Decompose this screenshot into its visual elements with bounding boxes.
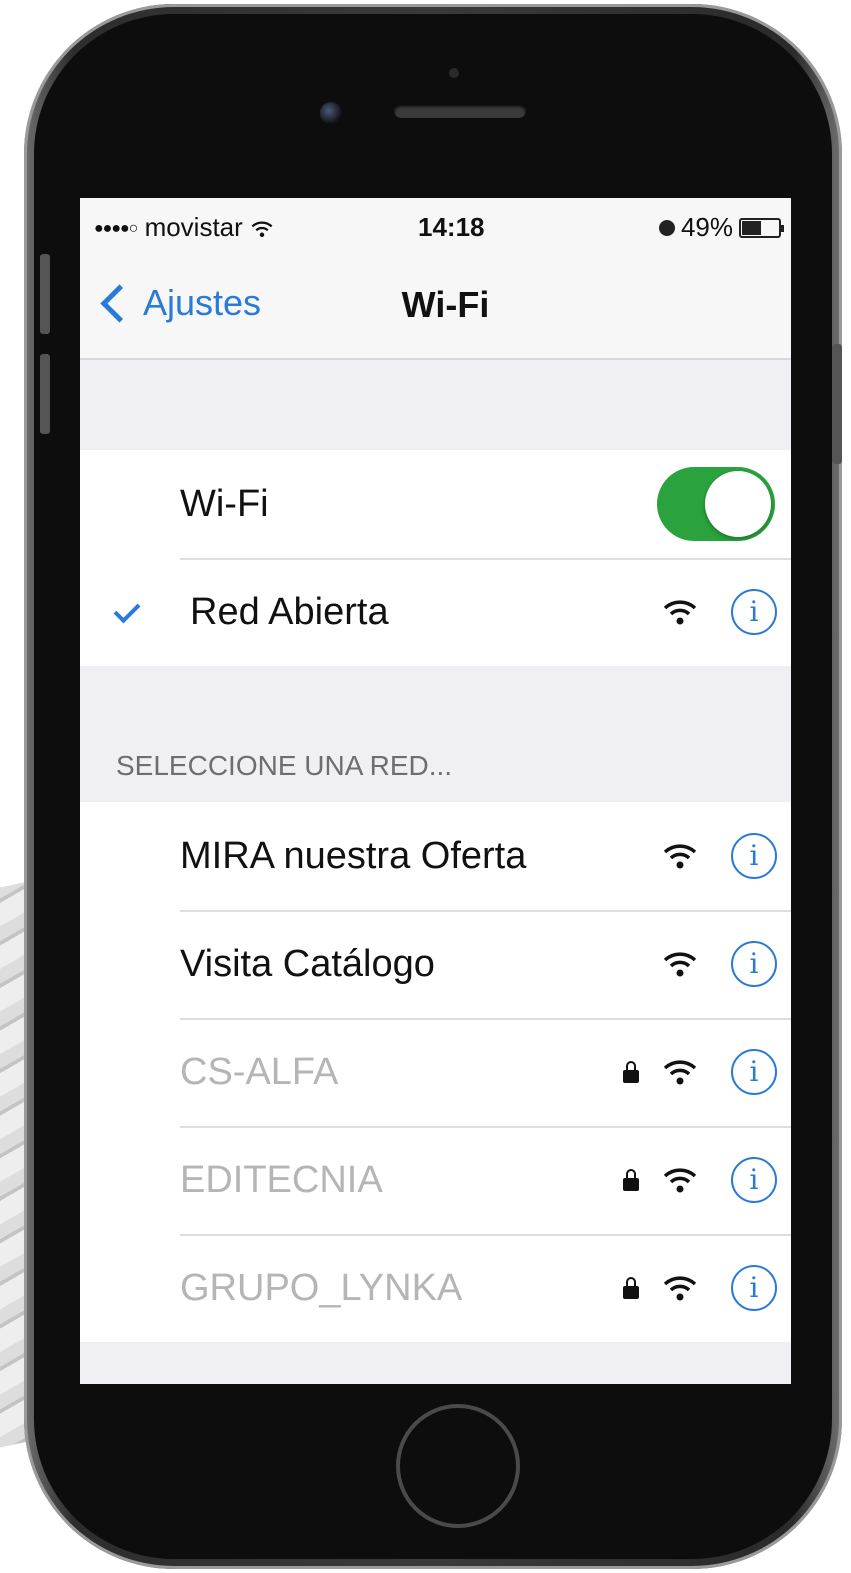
network-row[interactable]: EDITECNIA i <box>80 1126 791 1234</box>
wifi-signal-icon <box>663 844 697 869</box>
back-button-label: Ajustes <box>143 282 262 323</box>
volume-up-button <box>40 254 50 334</box>
lock-icon <box>623 1277 639 1299</box>
status-time: 14:18 <box>418 212 485 242</box>
info-icon[interactable]: i <box>731 1157 777 1203</box>
back-button[interactable]: Ajustes <box>98 282 261 324</box>
wifi-toggle[interactable] <box>657 467 775 541</box>
network-row[interactable]: Visita Catálogo i <box>80 910 791 1018</box>
wifi-signal-icon <box>663 1168 697 1193</box>
network-name: GRUPO_LYNKA <box>180 1266 463 1309</box>
wifi-signal-icon <box>663 952 697 977</box>
wifi-signal-icon <box>663 1060 697 1085</box>
status-bar: ●●●●○ movistar 14:18 49% <box>80 198 791 258</box>
wifi-signal-icon <box>663 1276 697 1301</box>
lock-icon <box>623 1169 639 1191</box>
wifi-switch-label: Wi-Fi <box>180 482 269 525</box>
network-name: EDITECNIA <box>180 1158 383 1201</box>
info-icon[interactable]: i <box>731 833 777 879</box>
power-button <box>832 344 842 464</box>
navigation-bar: Wi-Fi Ajustes <box>80 258 791 360</box>
wifi-settings-group: Wi-Fi Red Abierta i <box>80 450 791 666</box>
proximity-sensor <box>449 68 459 78</box>
info-icon[interactable]: i <box>731 589 777 635</box>
network-name: CS-ALFA <box>180 1050 339 1093</box>
network-list: MIRA nuestra Oferta i Visita Catálogo i CS-A… <box>80 802 791 1342</box>
front-camera-icon <box>320 102 342 124</box>
volume-down-button <box>40 354 50 434</box>
info-icon[interactable]: i <box>731 1265 777 1311</box>
signal-strength-icon: ●●●●○ <box>94 220 138 238</box>
home-button[interactable] <box>396 1404 520 1528</box>
connected-network-name: Red Abierta <box>190 590 389 633</box>
network-row[interactable]: GRUPO_LYNKA i <box>80 1234 791 1342</box>
checkmark-icon <box>113 596 141 624</box>
info-icon[interactable]: i <box>731 1049 777 1095</box>
alarm-icon <box>658 219 675 236</box>
network-name: MIRA nuestra Oferta <box>180 834 527 877</box>
wifi-signal-icon <box>663 600 697 625</box>
battery-percent: 49% <box>680 212 733 242</box>
info-icon[interactable]: i <box>731 941 777 987</box>
chevron-left-icon <box>100 283 139 323</box>
section-header: SELECCIONE UNA RED... <box>116 750 453 781</box>
lock-icon <box>623 1061 639 1083</box>
phone-screen: ●●●●○ movistar 14:18 49% Wi-Fi Ajustes W… <box>80 198 791 1384</box>
battery-icon <box>739 217 784 238</box>
network-name: Visita Catálogo <box>180 942 435 985</box>
network-row[interactable]: MIRA nuestra Oferta i <box>80 802 791 910</box>
wifi-status-icon <box>251 221 273 238</box>
carrier-name: movistar <box>144 212 243 242</box>
connected-network-row[interactable]: Red Abierta i <box>80 558 791 666</box>
battery-group: 49% <box>658 212 784 243</box>
wifi-switch-row: Wi-Fi <box>80 450 791 558</box>
earpiece-speaker <box>394 104 526 118</box>
carrier-info: ●●●●○ movistar <box>94 212 274 243</box>
toggle-knob <box>705 471 771 537</box>
network-row[interactable]: CS-ALFA i <box>80 1018 791 1126</box>
